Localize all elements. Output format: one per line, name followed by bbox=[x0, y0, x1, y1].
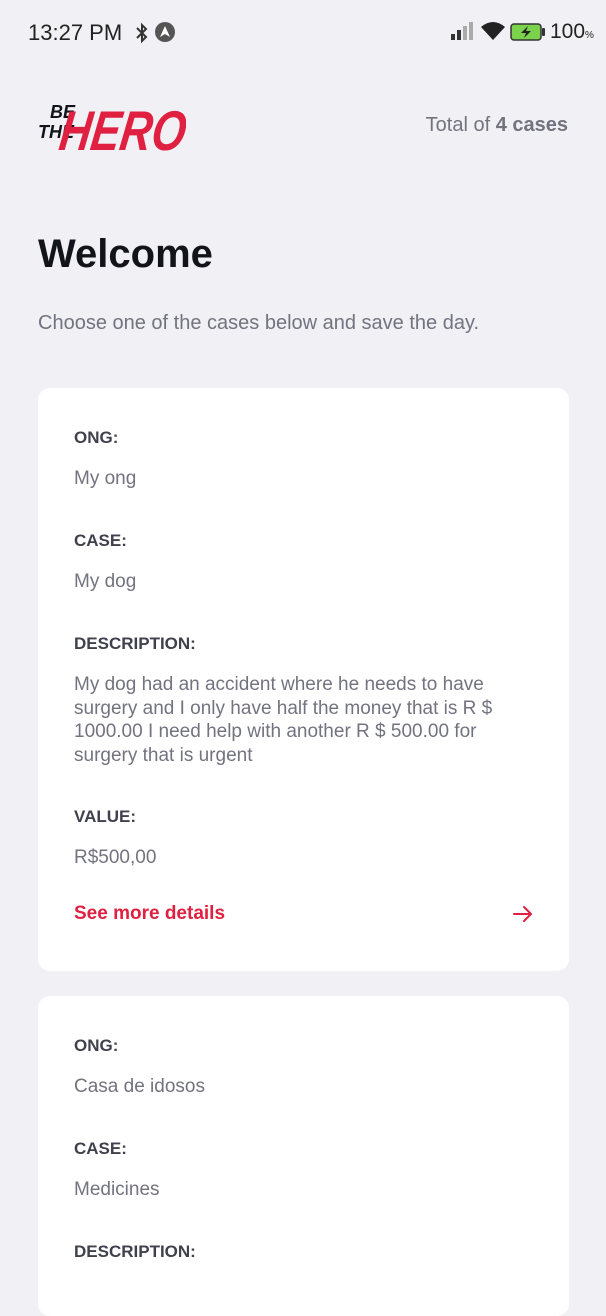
value-amount: R$500,00 bbox=[74, 847, 157, 868]
details-label: See more details bbox=[74, 903, 226, 924]
see-more-details-button[interactable]: See more details bbox=[74, 896, 534, 932]
value-label: VALUE: bbox=[74, 807, 137, 826]
page-title: Welcome bbox=[38, 232, 213, 276]
case-label: CASE: bbox=[74, 531, 127, 550]
battery-icon bbox=[510, 23, 545, 41]
total-cases: Total of 4 cases bbox=[426, 114, 568, 137]
case-value: Medicines bbox=[74, 1179, 160, 1200]
status-bar: 13:27 PM 100% bbox=[0, 0, 606, 66]
description-label: DESCRIPTION: bbox=[74, 1242, 196, 1261]
wifi-icon bbox=[481, 22, 505, 40]
signal-icon bbox=[451, 22, 473, 40]
logo-hero: HERO bbox=[56, 99, 186, 158]
ong-label: ONG: bbox=[74, 428, 119, 447]
case-label: CASE: bbox=[74, 1139, 127, 1158]
status-time: 13:27 PM bbox=[28, 20, 123, 45]
navigation-icon bbox=[155, 22, 175, 42]
ong-value: My ong bbox=[74, 468, 137, 489]
battery-level: 100% bbox=[550, 20, 594, 43]
incident-card: ONG: My ong CASE: My dog DESCRIPTION: My… bbox=[38, 388, 569, 971]
description-value: My dog had an accident where he needs to… bbox=[74, 674, 493, 766]
ong-label: ONG: bbox=[74, 1036, 119, 1055]
arrow-right-icon bbox=[513, 906, 532, 922]
total-count: 4 cases bbox=[495, 114, 568, 136]
incident-card: ONG: Casa de idosos CASE: Medicines DESC… bbox=[38, 996, 569, 1316]
case-value: My dog bbox=[74, 571, 137, 592]
be-the-hero-logo: BE THE HERO bbox=[38, 99, 186, 158]
total-prefix: Total of bbox=[425, 114, 491, 136]
ong-value: Casa de idosos bbox=[74, 1076, 205, 1097]
description-label: DESCRIPTION: bbox=[74, 634, 196, 653]
bluetooth-icon bbox=[136, 22, 148, 44]
page-subtitle: Choose one of the cases below and save t… bbox=[38, 312, 480, 334]
